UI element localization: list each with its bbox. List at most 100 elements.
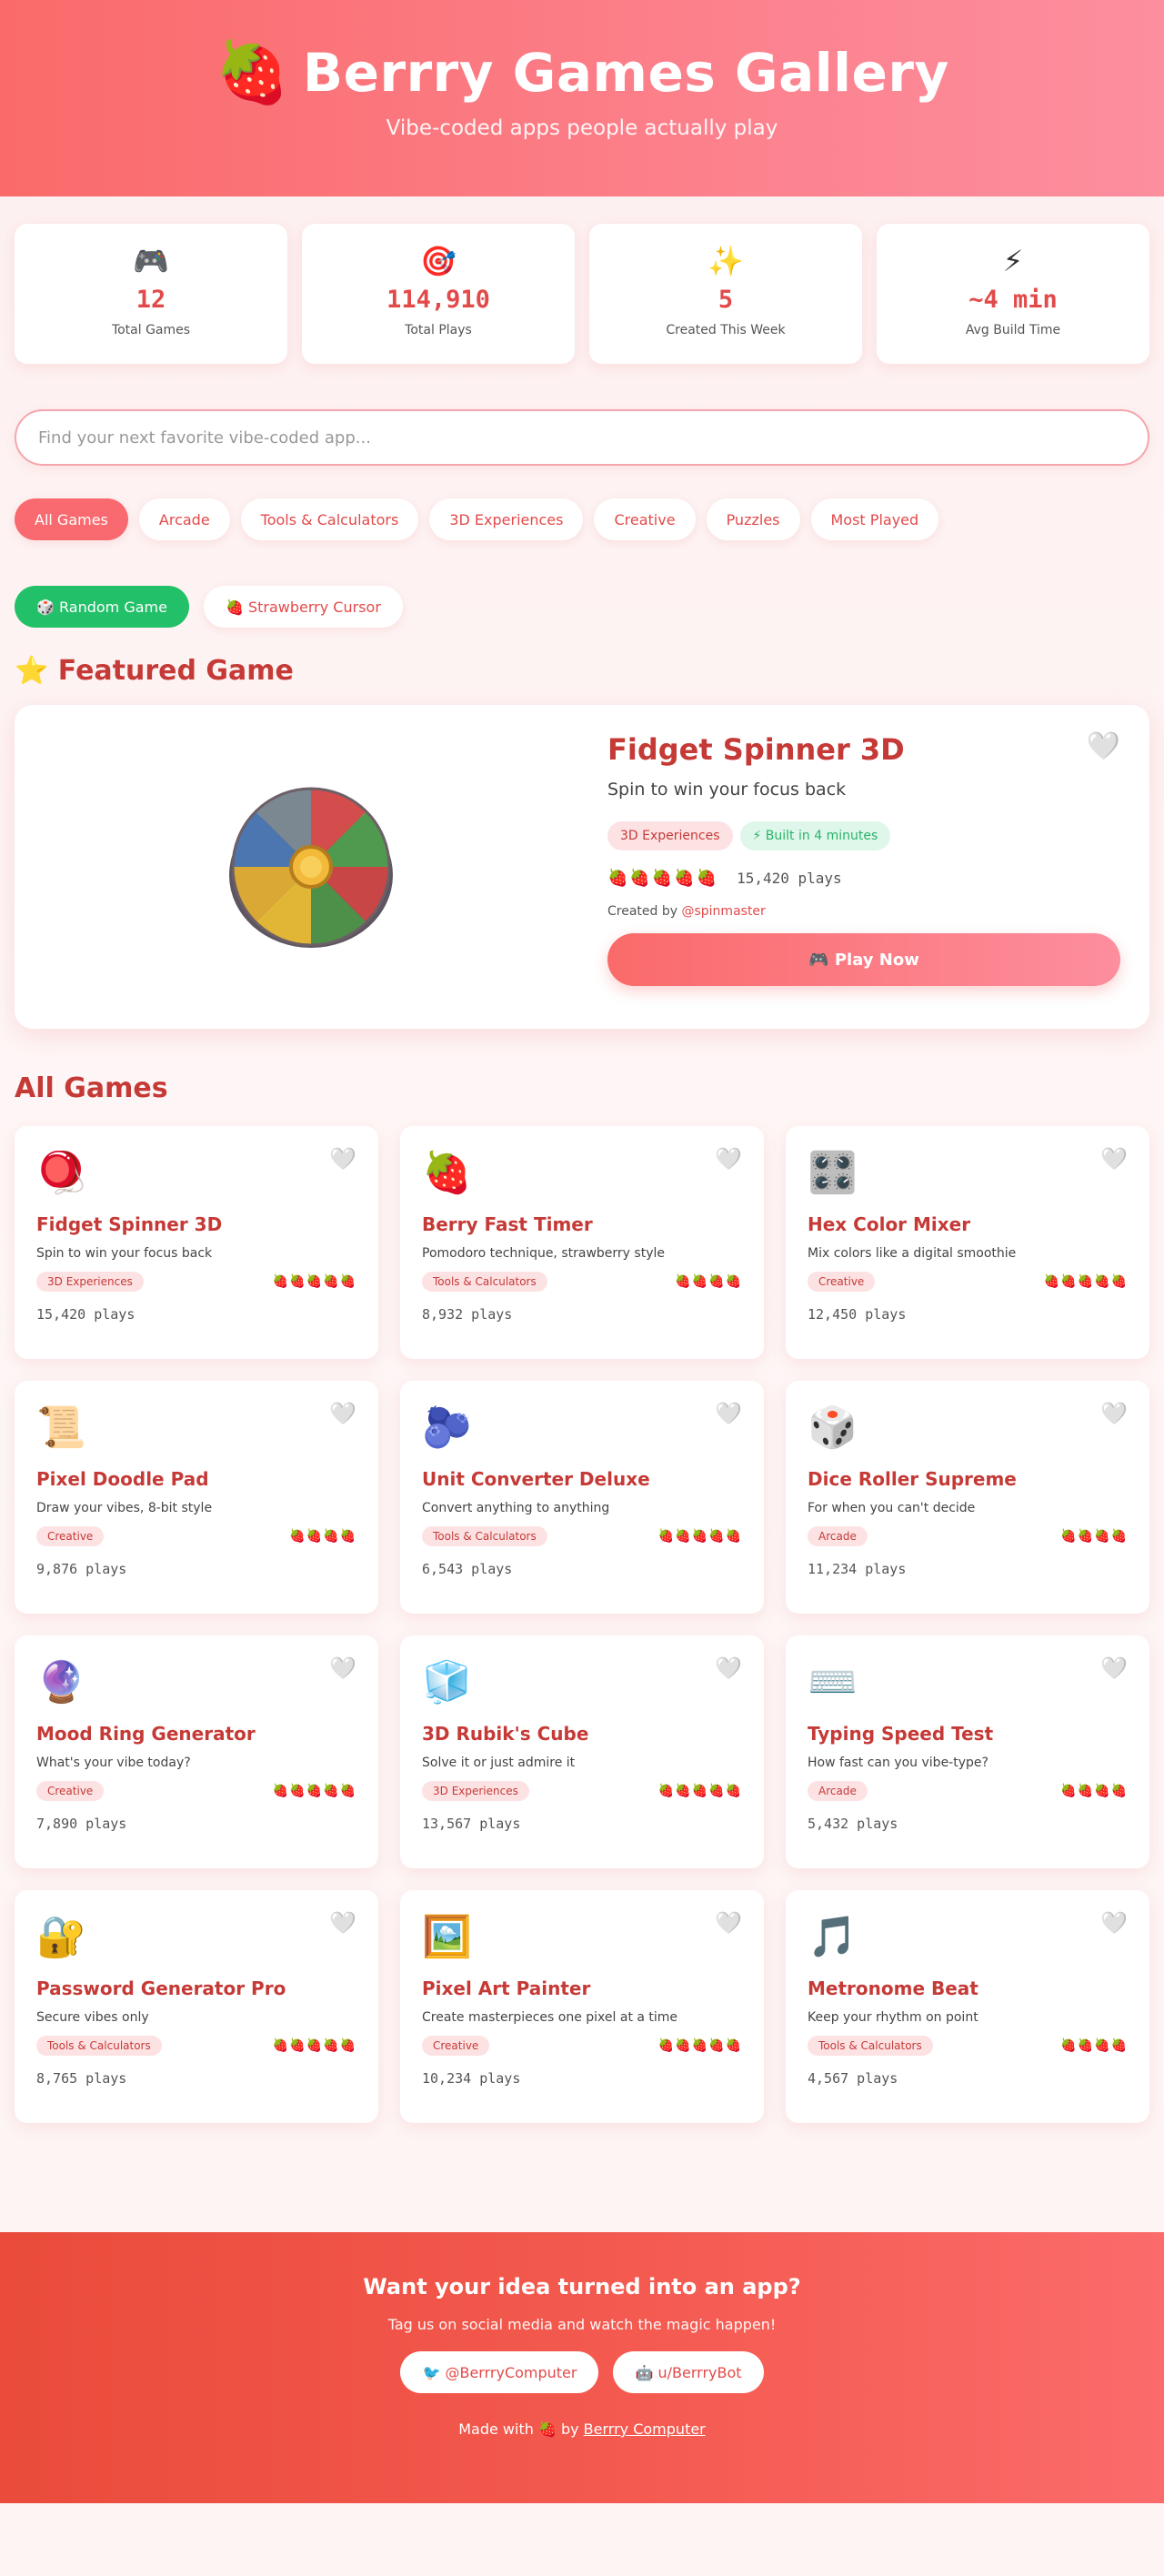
game-card[interactable]: 🎵 🤍 Metronome Beat Keep your rhythm on p… — [786, 1890, 1149, 2123]
game-title[interactable]: Berry Fast Timer — [422, 1213, 742, 1235]
filter-puzzles[interactable]: Puzzles — [706, 498, 800, 540]
created-by: Created by @spinmaster — [607, 904, 1120, 919]
random-game-button[interactable]: 🎲 Random Game — [15, 586, 189, 628]
featured-game-description: Spin to win your focus back — [607, 780, 847, 800]
game-description: Pomodoro technique, strawberry style — [422, 1246, 665, 1261]
play-count: 8,765 plays — [36, 2070, 127, 2087]
game-title[interactable]: Fidget Spinner 3D — [36, 1213, 356, 1235]
heart-icon[interactable]: 🤍 — [329, 1146, 356, 1172]
heart-icon[interactable]: 🤍 — [715, 1146, 742, 1172]
game-card[interactable]: 📜 🤍 Pixel Doodle Pad Draw your vibes, 8-… — [15, 1381, 378, 1614]
featured-game-title[interactable]: Fidget Spinner 3D — [607, 732, 1120, 767]
game-card[interactable]: ⌨️ 🤍 Typing Speed Test How fast can you … — [786, 1635, 1149, 1868]
game-title[interactable]: Metronome Beat — [808, 1977, 1128, 1999]
sparkles-icon: ✨ — [707, 244, 744, 278]
category-badge: Creative — [422, 2036, 490, 2056]
play-count: 8,932 plays — [422, 1306, 513, 1323]
play-count: 12,450 plays — [808, 1306, 907, 1323]
filter-3d-experiences[interactable]: 3D Experiences — [429, 498, 584, 540]
twitter-link-button[interactable]: 🐦 @BerrryComputer — [400, 2351, 599, 2393]
game-title[interactable]: Password Generator Pro — [36, 1977, 356, 1999]
game-card[interactable]: 🧊 🤍 3D Rubik's Cube Solve it or just adm… — [400, 1635, 764, 1868]
category-badge: Arcade — [808, 1526, 868, 1546]
lightning-icon: ⚡ — [1002, 244, 1024, 278]
heart-icon[interactable]: 🤍 — [329, 1401, 356, 1426]
filter-creative[interactable]: Creative — [594, 498, 696, 540]
heart-icon[interactable]: 🤍 — [1100, 1910, 1128, 1936]
berry-rating: 🍓🍓🍓🍓 — [675, 1274, 742, 1289]
berry-rating: 🍓🍓🍓🍓🍓 — [657, 2038, 742, 2053]
games-grid: 🪀 🤍 Fidget Spinner 3D Spin to win your f… — [0, 1126, 1164, 2123]
berry-rating: 🍓🍓🍓🍓🍓 — [272, 1784, 356, 1798]
game-card[interactable]: 🎛️ 🤍 Hex Color Mixer Mix colors like a d… — [786, 1126, 1149, 1359]
game-card[interactable]: 🎲 🤍 Dice Roller Supreme For when you can… — [786, 1381, 1149, 1614]
game-title[interactable]: Pixel Doodle Pad — [36, 1468, 356, 1490]
computer-icon: ⌨️ — [808, 1659, 858, 1706]
game-description: Spin to win your focus back — [36, 1246, 213, 1261]
strawberry-cursor-button[interactable]: 🍓 Strawberry Cursor — [203, 586, 403, 628]
featured-section-title: ⭐ Featured Game — [15, 655, 294, 687]
heart-icon[interactable]: 🤍 — [1100, 1655, 1128, 1681]
game-title[interactable]: Mood Ring Generator — [36, 1723, 356, 1745]
category-badge: Tools & Calculators — [422, 1526, 547, 1546]
heart-icon[interactable]: 🤍 — [1100, 1146, 1128, 1172]
heart-icon[interactable]: 🤍 — [1100, 1401, 1128, 1426]
game-title[interactable]: Pixel Art Painter — [422, 1977, 742, 1999]
fidget-spinner-icon: 🪀 — [36, 1150, 86, 1196]
game-card[interactable]: 🖼️ 🤍 Pixel Art Painter Create masterpiec… — [400, 1890, 764, 2123]
game-card[interactable]: 🔮 🤍 Mood Ring Generator What's your vibe… — [15, 1635, 378, 1868]
game-title[interactable]: Hex Color Mixer — [808, 1213, 1128, 1235]
made-with-credit: Made with 🍓 by Berrry Computer — [0, 2420, 1164, 2438]
category-filters: All Games Arcade Tools & Calculators 3D … — [0, 498, 1164, 540]
filter-most-played[interactable]: Most Played — [810, 498, 939, 540]
stat-total-games: 🎮 12 Total Games — [15, 224, 287, 364]
heart-icon[interactable]: 🤍 — [715, 1655, 742, 1681]
game-description: Mix colors like a digital smoothie — [808, 1246, 1017, 1261]
stat-value: 5 — [717, 286, 734, 314]
category-badge: Arcade — [808, 1781, 868, 1801]
play-now-button[interactable]: 🎮 Play Now — [607, 933, 1120, 986]
category-badge: Creative — [36, 1781, 105, 1801]
featured-game-info: Fidget Spinner 3D Spin to win your focus… — [607, 705, 1149, 1029]
heart-icon[interactable]: 🤍 — [1087, 730, 1120, 762]
safe-icon: 🔐 — [36, 1914, 86, 1960]
game-title[interactable]: Unit Converter Deluxe — [422, 1468, 742, 1490]
filter-tools-calculators[interactable]: Tools & Calculators — [240, 498, 419, 540]
berry-rating: 🍓🍓🍓🍓 — [1060, 1529, 1128, 1544]
category-badge: 3D Experiences — [36, 1272, 144, 1292]
game-card[interactable]: 🪀 🤍 Fidget Spinner 3D Spin to win your f… — [15, 1126, 378, 1359]
featured-rating-row: 🍓🍓🍓🍓🍓 15,420 plays — [607, 869, 1120, 888]
heart-icon[interactable]: 🤍 — [715, 1401, 742, 1426]
game-description: For when you can't decide — [808, 1501, 976, 1515]
heart-icon[interactable]: 🤍 — [715, 1910, 742, 1936]
category-badge: Creative — [808, 1272, 876, 1292]
game-description: Create masterpieces one pixel at a time — [422, 2010, 678, 2025]
stats-row: 🎮 12 Total Games 🎯 114,910 Total Plays ✨… — [0, 196, 1164, 364]
search-input[interactable] — [15, 409, 1149, 466]
game-description: What's your vibe today? — [36, 1756, 191, 1770]
heart-icon[interactable]: 🤍 — [329, 1910, 356, 1936]
berrry-computer-link[interactable]: Berrry Computer — [584, 2420, 706, 2438]
all-games-title: All Games — [15, 1072, 168, 1104]
game-description: Secure vibes only — [36, 2010, 149, 2025]
category-badge: Tools & Calculators — [36, 2036, 162, 2056]
game-card[interactable]: 🔐 🤍 Password Generator Pro Secure vibes … — [15, 1890, 378, 2123]
stat-value: 12 — [135, 286, 166, 314]
game-title[interactable]: 3D Rubik's Cube — [422, 1723, 742, 1745]
category-badge: 3D Experiences — [422, 1781, 529, 1801]
social-links: 🐦 @BerrryComputer 🤖 u/BerrryBot — [0, 2351, 1164, 2393]
game-title[interactable]: Dice Roller Supreme — [808, 1468, 1128, 1490]
game-card[interactable]: 🫐 🤍 Unit Converter Deluxe Convert anythi… — [400, 1381, 764, 1614]
category-badge: Tools & Calculators — [422, 1272, 547, 1292]
heart-icon[interactable]: 🤍 — [329, 1655, 356, 1681]
game-title[interactable]: Typing Speed Test — [808, 1723, 1128, 1745]
berry-rating: 🍓🍓🍓🍓🍓 — [272, 1274, 356, 1289]
reddit-link-button[interactable]: 🤖 u/BerrryBot — [613, 2351, 764, 2393]
author-link[interactable]: @spinmaster — [681, 904, 765, 919]
play-count: 6,543 plays — [422, 1561, 513, 1577]
featured-game-art[interactable] — [15, 705, 607, 1029]
rubiks-cube-icon: 🧊 — [422, 1659, 472, 1706]
game-card[interactable]: 🍓 🤍 Berry Fast Timer Pomodoro technique,… — [400, 1126, 764, 1359]
filter-arcade[interactable]: Arcade — [138, 498, 230, 540]
filter-all-games[interactable]: All Games — [15, 498, 128, 540]
